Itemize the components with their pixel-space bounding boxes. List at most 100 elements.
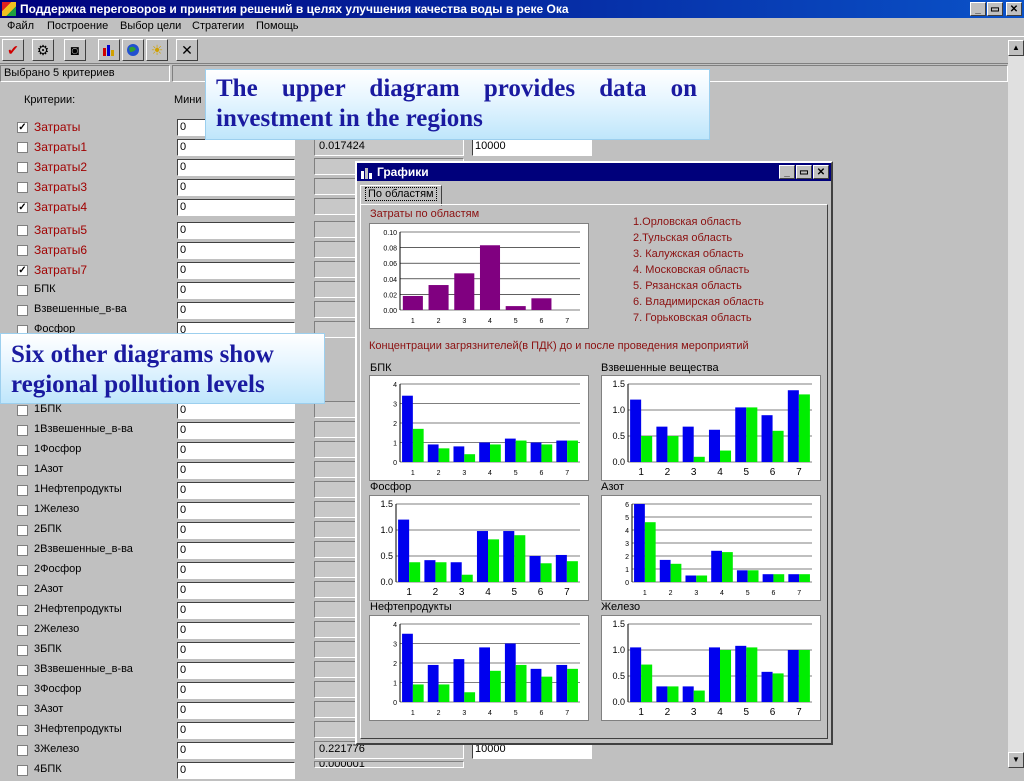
menu-strategies[interactable]: Стратегии xyxy=(192,20,244,32)
sun-icon[interactable]: ☀ xyxy=(146,39,168,61)
criterion-min-input[interactable]: 0 xyxy=(177,702,295,719)
criterion-checkbox[interactable] xyxy=(17,685,28,696)
dialog-close-button[interactable]: ✕ xyxy=(813,165,829,179)
x-tick-label: 4 xyxy=(717,707,723,718)
criterion-min-input[interactable]: 0 xyxy=(177,542,295,559)
bar-before xyxy=(708,647,720,702)
criterion-min-input[interactable]: 0 xyxy=(177,242,295,259)
criterion-min-input[interactable]: 0 xyxy=(177,482,295,499)
criterion-min-input[interactable]: 0 xyxy=(177,222,295,239)
criterion-checkbox[interactable] xyxy=(17,665,28,676)
criterion-checkbox[interactable] xyxy=(17,585,28,596)
criterion-min-input[interactable]: 0 xyxy=(177,159,295,176)
criterion-min-input[interactable]: 0 xyxy=(177,442,295,459)
criterion-checkbox[interactable] xyxy=(17,142,28,153)
criterion-checkbox[interactable] xyxy=(17,525,28,536)
criterion-checkbox[interactable]: ✓ xyxy=(17,202,28,213)
x-tick-label: 2 xyxy=(437,318,441,325)
criterion-checkbox[interactable] xyxy=(17,225,28,236)
value-field-last: 0.000001 xyxy=(314,761,464,768)
menu-build[interactable]: Построение xyxy=(47,20,108,32)
scroll-down-icon[interactable]: ▼ xyxy=(1008,752,1024,768)
criterion-min-input[interactable]: 0 xyxy=(177,462,295,479)
dialog-maximize-button[interactable]: ▭ xyxy=(796,165,812,179)
criterion-checkbox[interactable] xyxy=(17,645,28,656)
criterion-checkbox[interactable] xyxy=(17,245,28,256)
criterion-checkbox[interactable] xyxy=(17,425,28,436)
criterion-checkbox[interactable] xyxy=(17,485,28,496)
y-tick-label: 5 xyxy=(625,515,629,522)
criterion-checkbox[interactable]: ✓ xyxy=(17,265,28,276)
binoculars-icon[interactable]: ◙ xyxy=(64,39,86,61)
criterion-min-input[interactable]: 0 xyxy=(177,662,295,679)
x-tick-label: 1 xyxy=(638,467,644,478)
criterion-label: 3Нефтепродукты xyxy=(34,723,122,735)
x-tick-label: 5 xyxy=(514,710,518,717)
criterion-min-input[interactable]: 0 xyxy=(177,302,295,319)
criterion-label: Затраты3 xyxy=(34,180,88,194)
bar-before xyxy=(634,504,645,582)
criterion-checkbox[interactable] xyxy=(17,625,28,636)
globe-icon[interactable] xyxy=(122,39,144,61)
criterion-min-input[interactable]: 0 xyxy=(177,139,295,156)
criterion-row: 1Взвешенные_в-ва 0 xyxy=(0,421,300,441)
criterion-min-input[interactable]: 0 xyxy=(177,602,295,619)
chart-icon[interactable] xyxy=(98,39,120,61)
criterion-min-input[interactable]: 0 xyxy=(177,562,295,579)
criterion-min-input[interactable]: 0 xyxy=(177,199,295,216)
criterion-min-input[interactable]: 0 xyxy=(177,282,295,299)
criterion-row: ✓ Затраты4 0 xyxy=(0,198,300,218)
criterion-min-input[interactable]: 0 xyxy=(177,262,295,279)
bar-before xyxy=(427,664,439,702)
close-button[interactable]: ✕ xyxy=(1006,2,1022,16)
criterion-checkbox[interactable] xyxy=(17,605,28,616)
menu-file[interactable]: Файл xyxy=(7,20,34,32)
criterion-min-input[interactable]: 0 xyxy=(177,742,295,759)
bar-before xyxy=(656,426,668,462)
criterion-checkbox[interactable] xyxy=(17,305,28,316)
max-field-1[interactable]: 10000 xyxy=(472,138,592,156)
criterion-checkbox[interactable] xyxy=(17,765,28,776)
criterion-min-input[interactable]: 0 xyxy=(177,582,295,599)
criterion-min-input[interactable]: 0 xyxy=(177,682,295,699)
dialog-minimize-button[interactable]: _ xyxy=(779,165,795,179)
menu-help[interactable]: Помощь xyxy=(256,20,299,32)
bar-before xyxy=(453,446,465,462)
criterion-checkbox[interactable] xyxy=(17,545,28,556)
gear-icon[interactable]: ⚙ xyxy=(32,39,54,61)
y-tick-label: 0.06 xyxy=(383,261,397,268)
close-icon[interactable]: ✕ xyxy=(176,39,198,61)
bar-before xyxy=(529,556,541,582)
tab-by-regions[interactable]: По областям xyxy=(360,185,442,206)
restore-button[interactable]: ▭ xyxy=(987,2,1003,16)
minimize-button[interactable]: _ xyxy=(970,2,986,16)
criterion-checkbox[interactable] xyxy=(17,465,28,476)
criterion-label: 2Нефтепродукты xyxy=(34,603,122,615)
criterion-checkbox[interactable] xyxy=(17,705,28,716)
criterion-label: 1БПК xyxy=(34,403,62,415)
criterion-checkbox[interactable] xyxy=(17,445,28,456)
criterion-min-input[interactable]: 0 xyxy=(177,722,295,739)
criterion-min-input[interactable]: 0 xyxy=(177,642,295,659)
criterion-min-input[interactable]: 0 xyxy=(177,402,295,419)
criterion-min-input[interactable]: 0 xyxy=(177,179,295,196)
scroll-up-icon[interactable]: ▲ xyxy=(1008,40,1024,56)
criterion-checkbox[interactable]: ✓ xyxy=(17,122,28,133)
criterion-checkbox[interactable] xyxy=(17,725,28,736)
criterion-min-input[interactable]: 0 xyxy=(177,622,295,639)
criterion-checkbox[interactable] xyxy=(17,745,28,756)
check-icon[interactable]: ✔ xyxy=(2,39,24,61)
criterion-min-input[interactable]: 0 xyxy=(177,422,295,439)
menu-goal[interactable]: Выбор цели xyxy=(120,20,181,32)
criterion-checkbox[interactable] xyxy=(17,505,28,516)
x-tick-label: 2 xyxy=(437,470,441,477)
criterion-min-input[interactable]: 0 xyxy=(177,762,295,779)
criterion-min-input[interactable]: 0 xyxy=(177,502,295,519)
criterion-checkbox[interactable] xyxy=(17,162,28,173)
criterion-checkbox[interactable] xyxy=(17,565,28,576)
vertical-scrollbar[interactable]: ▲ ▼ xyxy=(1008,40,1024,768)
criterion-checkbox[interactable] xyxy=(17,285,28,296)
criterion-checkbox[interactable] xyxy=(17,182,28,193)
criterion-checkbox[interactable] xyxy=(17,405,28,416)
criterion-min-input[interactable]: 0 xyxy=(177,522,295,539)
